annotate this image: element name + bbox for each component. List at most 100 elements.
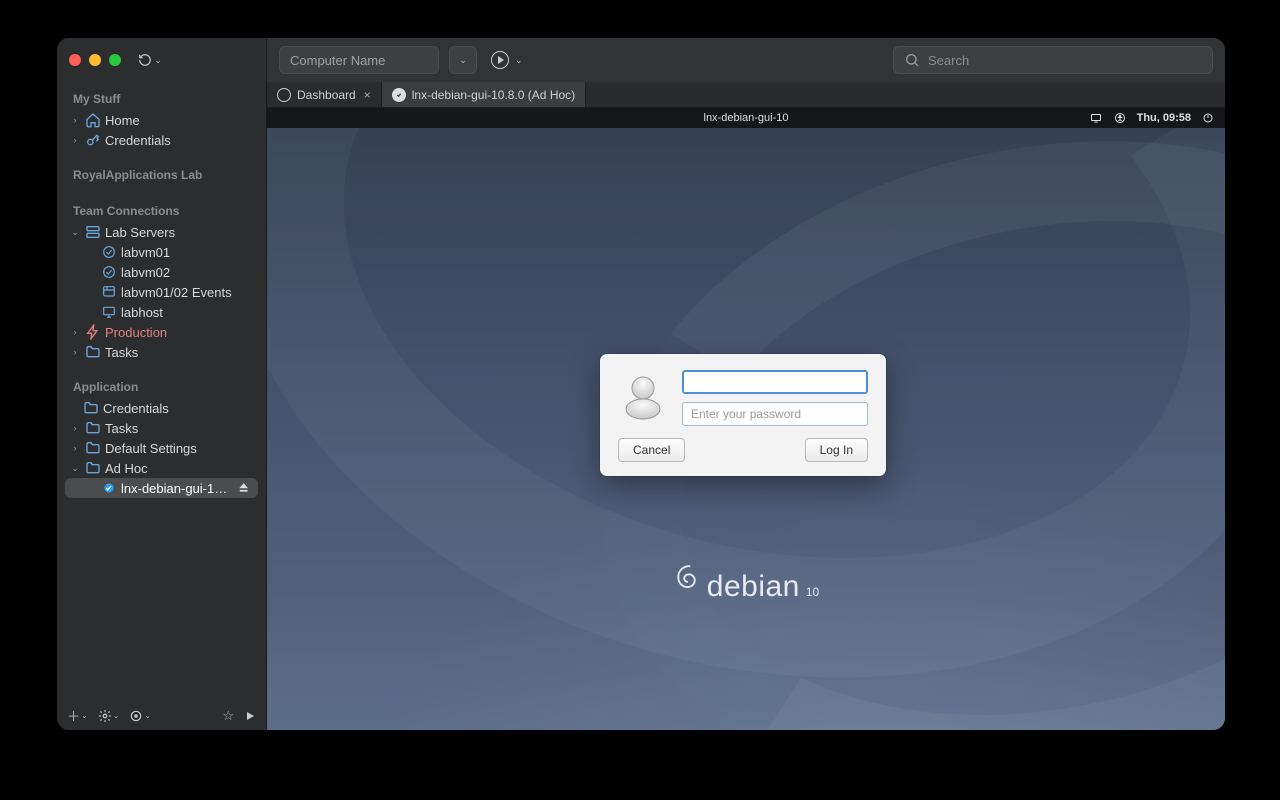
tab-label: Dashboard — [297, 88, 356, 102]
session-icon — [392, 88, 406, 102]
play-small-button[interactable] — [244, 710, 256, 722]
session-active-icon — [101, 480, 117, 496]
gear-button[interactable]: ⌄ — [98, 709, 120, 723]
events-icon — [101, 284, 117, 300]
sidebar-item-label: Home — [105, 113, 140, 128]
debian-version: 10 — [806, 585, 819, 599]
sidebar-footer: ＋⌄ ⌄ ⌄ ☆ — [57, 700, 266, 730]
sidebar-item-label: Ad Hoc — [105, 461, 148, 476]
minimize-window-button[interactable] — [89, 54, 101, 66]
bolt-icon — [85, 324, 101, 340]
folder-icon — [85, 440, 101, 456]
connection-icon — [101, 264, 117, 280]
tab-bar: Dashboard × lnx-debian-gui-10.8.0 (Ad Ho… — [267, 82, 1225, 108]
section-application: Application — [63, 374, 260, 398]
computer-name-field[interactable]: Computer Name — [279, 46, 439, 74]
sidebar-item-default-settings[interactable]: › Default Settings — [65, 438, 258, 458]
sidebar-item-label: Credentials — [105, 133, 171, 148]
sidebar-item-label: lnx-debian-gui-10.… — [121, 481, 233, 496]
debian-swirl-icon — [673, 560, 703, 596]
sidebar-item-adhoc-session[interactable]: lnx-debian-gui-10.… — [65, 478, 258, 498]
add-button[interactable]: ＋⌄ — [67, 706, 88, 725]
zoom-window-button[interactable] — [109, 54, 121, 66]
chevron-right-icon: › — [69, 443, 81, 453]
play-dropdown[interactable]: ⌄ — [487, 51, 523, 69]
chevron-right-icon: › — [69, 327, 81, 337]
target-button[interactable]: ⌄ — [129, 709, 151, 723]
home-icon — [85, 112, 101, 128]
password-input[interactable] — [682, 402, 868, 426]
close-icon[interactable]: × — [364, 88, 371, 102]
sidebar-item-labhost[interactable]: labhost — [65, 302, 258, 322]
debian-wordmark: debian — [707, 570, 800, 604]
computer-name-placeholder: Computer Name — [290, 53, 385, 68]
eject-icon[interactable] — [237, 481, 250, 495]
sidebar-item-label: labhost — [121, 305, 163, 320]
sidebar-nav: My Stuff › Home › Credentials RoyalAppli… — [57, 82, 266, 700]
debian-logo: debian 10 — [267, 560, 1225, 604]
remote-clock: Thu, 09:58 — [1137, 112, 1191, 124]
sidebar-item-lab-servers[interactable]: ⌄ Lab Servers — [65, 222, 258, 242]
section-my-stuff: My Stuff — [63, 86, 260, 110]
sidebar-item-labvm02[interactable]: labvm02 — [65, 262, 258, 282]
remote-screen[interactable]: lnx-debian-gui-10 Thu, 09:58 — [267, 108, 1225, 730]
accessibility-icon[interactable] — [1113, 111, 1127, 125]
search-placeholder: Search — [928, 53, 969, 68]
traffic-lights[interactable] — [69, 54, 121, 66]
sidebar-item-tasks[interactable]: › Tasks — [65, 342, 258, 362]
chevron-right-icon: › — [69, 347, 81, 357]
sidebar-item-home[interactable]: › Home — [65, 110, 258, 130]
sidebar-item-label: Production — [105, 325, 167, 340]
search-input[interactable]: Search — [893, 46, 1213, 74]
chevron-right-icon: › — [69, 423, 81, 433]
username-input[interactable] — [682, 370, 868, 394]
sidebar-item-label: labvm02 — [121, 265, 170, 280]
folder-icon — [85, 460, 101, 476]
section-team-connections: Team Connections — [63, 198, 260, 222]
favorite-button[interactable]: ☆ — [222, 708, 234, 724]
sidebar-item-label: Default Settings — [105, 441, 197, 456]
cancel-button[interactable]: Cancel — [618, 438, 685, 462]
chevron-down-icon: ⌄ — [515, 55, 523, 66]
sidebar-item-label: Tasks — [105, 421, 138, 436]
chevron-down-icon[interactable]: ⌄ — [69, 463, 81, 474]
gnome-top-bar: lnx-debian-gui-10 Thu, 09:58 — [267, 108, 1225, 128]
host-icon — [101, 304, 117, 320]
sidebar-item-app-tasks[interactable]: › Tasks — [65, 418, 258, 438]
server-group-icon — [85, 224, 101, 240]
tab-label: lnx-debian-gui-10.8.0 (Ad Hoc) — [412, 88, 575, 102]
tab-dashboard[interactable]: Dashboard × — [267, 82, 382, 107]
key-icon — [85, 132, 101, 148]
connection-icon — [101, 244, 117, 260]
sidebar-item-production[interactable]: › Production — [65, 322, 258, 342]
chevron-down-icon: ⌄ — [154, 55, 162, 66]
app-window: ⌄ My Stuff › Home › Credentials RoyalApp… — [57, 38, 1225, 730]
section-royalapps: RoyalApplications Lab — [63, 162, 260, 186]
sidebar-item-credentials[interactable]: › Credentials — [65, 130, 258, 150]
close-window-button[interactable] — [69, 54, 81, 66]
sidebar-item-label: labvm01/02 Events — [121, 285, 232, 300]
sidebar-item-events[interactable]: labvm01/02 Events — [65, 282, 258, 302]
sidebar-item-app-credentials[interactable]: Credentials — [65, 398, 258, 418]
chevron-down-icon[interactable]: ⌄ — [69, 227, 81, 238]
refresh-icon — [138, 53, 152, 67]
folder-icon — [85, 344, 101, 360]
toolbar: Computer Name ⌄ ⌄ Search — [267, 38, 1225, 82]
power-icon[interactable] — [1201, 111, 1215, 125]
sidebar-item-label: Lab Servers — [105, 225, 175, 240]
refresh-dropdown[interactable]: ⌄ — [135, 50, 165, 70]
display-icon[interactable] — [1089, 111, 1103, 125]
sidebar-item-adhoc[interactable]: ⌄ Ad Hoc — [65, 458, 258, 478]
titlebar: ⌄ — [57, 38, 266, 82]
computer-name-dropdown[interactable]: ⌄ — [449, 46, 477, 74]
chevron-down-icon: ⌄ — [459, 55, 467, 66]
sidebar-item-labvm01[interactable]: labvm01 — [65, 242, 258, 262]
login-button[interactable]: Log In — [805, 438, 868, 462]
sidebar: ⌄ My Stuff › Home › Credentials RoyalApp… — [57, 38, 267, 730]
folder-icon — [83, 400, 99, 416]
chevron-right-icon: › — [69, 135, 81, 145]
remote-hostname: lnx-debian-gui-10 — [267, 112, 1225, 124]
login-dialog: Cancel Log In — [600, 354, 886, 476]
tab-session[interactable]: lnx-debian-gui-10.8.0 (Ad Hoc) — [382, 82, 586, 107]
chevron-right-icon: › — [69, 115, 81, 125]
